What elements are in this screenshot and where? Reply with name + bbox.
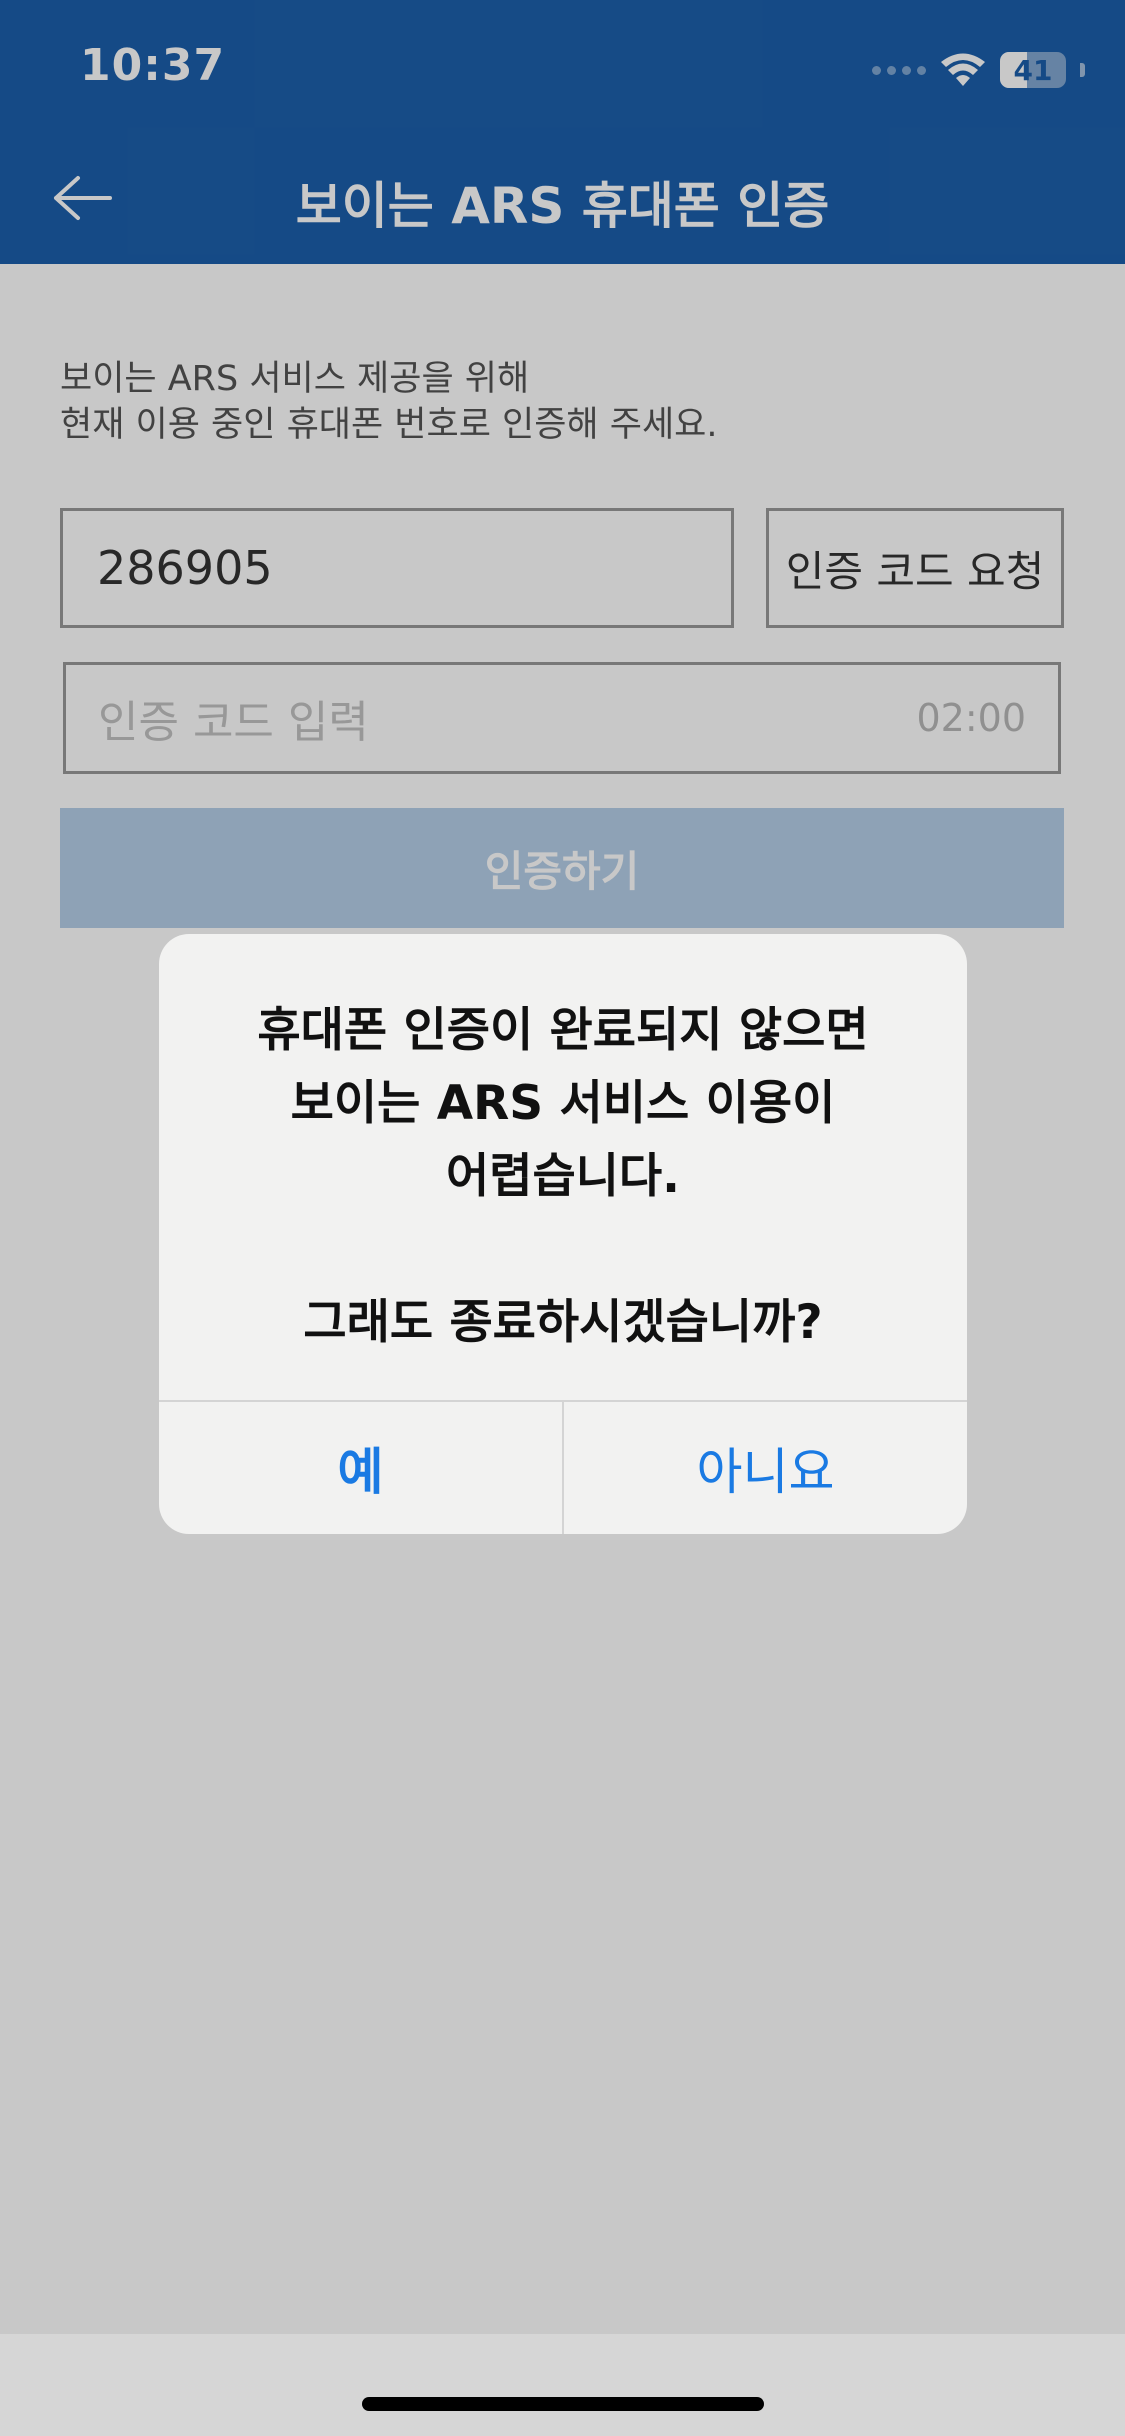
- screen: 10:37 41 보이는 ARS 휴대폰 인증 보이는 ARS 서비스 제공을: [0, 0, 1125, 2436]
- no-button[interactable]: 아니요: [562, 1402, 967, 1534]
- home-indicator-area: [0, 2334, 1125, 2436]
- home-indicator[interactable]: [362, 2397, 764, 2411]
- alert-dialog: 휴대폰 인증이 완료되지 않으면 보이는 ARS 서비스 이용이 어렵습니다. …: [159, 934, 967, 1534]
- alert-message: 휴대폰 인증이 완료되지 않으면 보이는 ARS 서비스 이용이 어렵습니다. …: [257, 1003, 869, 1350]
- alert-actions: 예 아니요: [159, 1400, 967, 1534]
- yes-button[interactable]: 예: [159, 1402, 562, 1534]
